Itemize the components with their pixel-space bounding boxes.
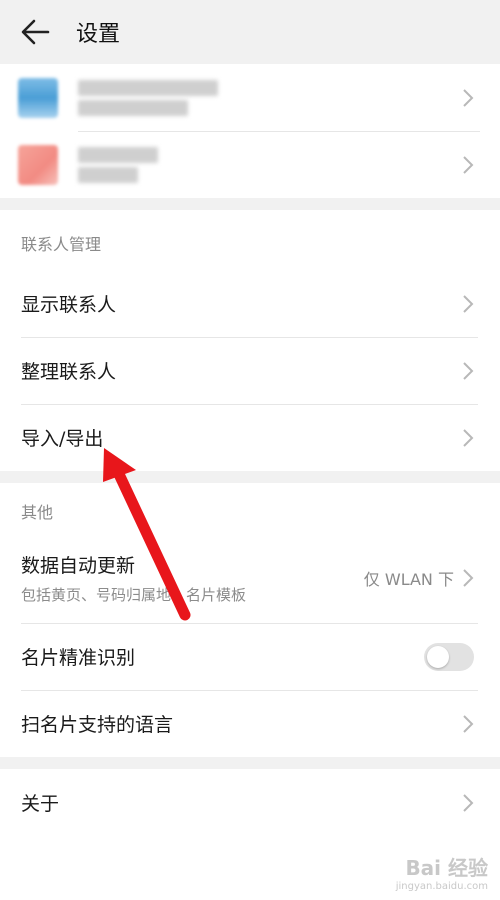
item-label: 整理联系人 [21, 361, 117, 383]
account-name-redacted [78, 79, 462, 116]
account-row[interactable] [0, 64, 500, 131]
watermark-logo: Bai 经验 jingyan.baidu.com [396, 852, 488, 892]
page-title: 设置 [76, 22, 121, 47]
account-avatar [18, 144, 58, 185]
auto-update-value: 仅 WLAN 下 [363, 570, 454, 589]
item-label: 导入/导出 [21, 428, 104, 450]
accounts-card [0, 64, 500, 198]
contacts-card: 联系人管理 显示联系人 整理联系人 导入/导出 [0, 210, 500, 471]
scan-language-item[interactable]: 扫名片支持的语言 [0, 690, 500, 757]
account-avatar [18, 77, 58, 118]
display-contacts-item[interactable]: 显示联系人 [0, 270, 500, 337]
organize-contacts-item[interactable]: 整理联系人 [0, 337, 500, 404]
account-row[interactable] [0, 131, 500, 198]
chevron-right-icon [462, 793, 474, 813]
arrow-left-icon [21, 19, 50, 45]
section-header-contacts: 联系人管理 [21, 235, 102, 254]
auto-update-item[interactable]: 数据自动更新 包括黄页、号码归属地、名片模板 仅 WLAN 下 [0, 533, 500, 623]
item-subtitle: 包括黄页、号码归属地、名片模板 [21, 586, 247, 604]
item-label: 名片精准识别 [21, 647, 136, 669]
item-label: 显示联系人 [21, 294, 117, 316]
about-item[interactable]: 关于 [0, 769, 500, 836]
app-header: 设置 [0, 0, 500, 64]
chevron-right-icon [462, 294, 474, 314]
back-button[interactable] [20, 15, 54, 49]
item-label: 关于 [21, 793, 60, 815]
import-export-item[interactable]: 导入/导出 [0, 404, 500, 471]
watermark-text: Bai 经验 [405, 856, 488, 880]
card-recognition-toggle[interactable] [424, 642, 474, 671]
chevron-right-icon [462, 361, 474, 381]
chevron-right-icon [462, 428, 474, 448]
chevron-right-icon [462, 568, 474, 588]
other-card: 其他 数据自动更新 包括黄页、号码归属地、名片模板 仅 WLAN 下 名片精准识… [0, 483, 500, 757]
section-header-other: 其他 [21, 503, 54, 522]
watermark-sub: jingyan.baidu.com [395, 881, 488, 892]
account-name-redacted [78, 146, 462, 183]
chevron-right-icon [462, 88, 474, 108]
chevron-right-icon [462, 714, 474, 734]
chevron-right-icon [462, 155, 474, 175]
toggle-knob [427, 645, 449, 668]
card-recognition-item: 名片精准识别 [0, 623, 500, 690]
item-label: 扫名片支持的语言 [21, 714, 174, 736]
item-label: 数据自动更新 [21, 555, 136, 577]
